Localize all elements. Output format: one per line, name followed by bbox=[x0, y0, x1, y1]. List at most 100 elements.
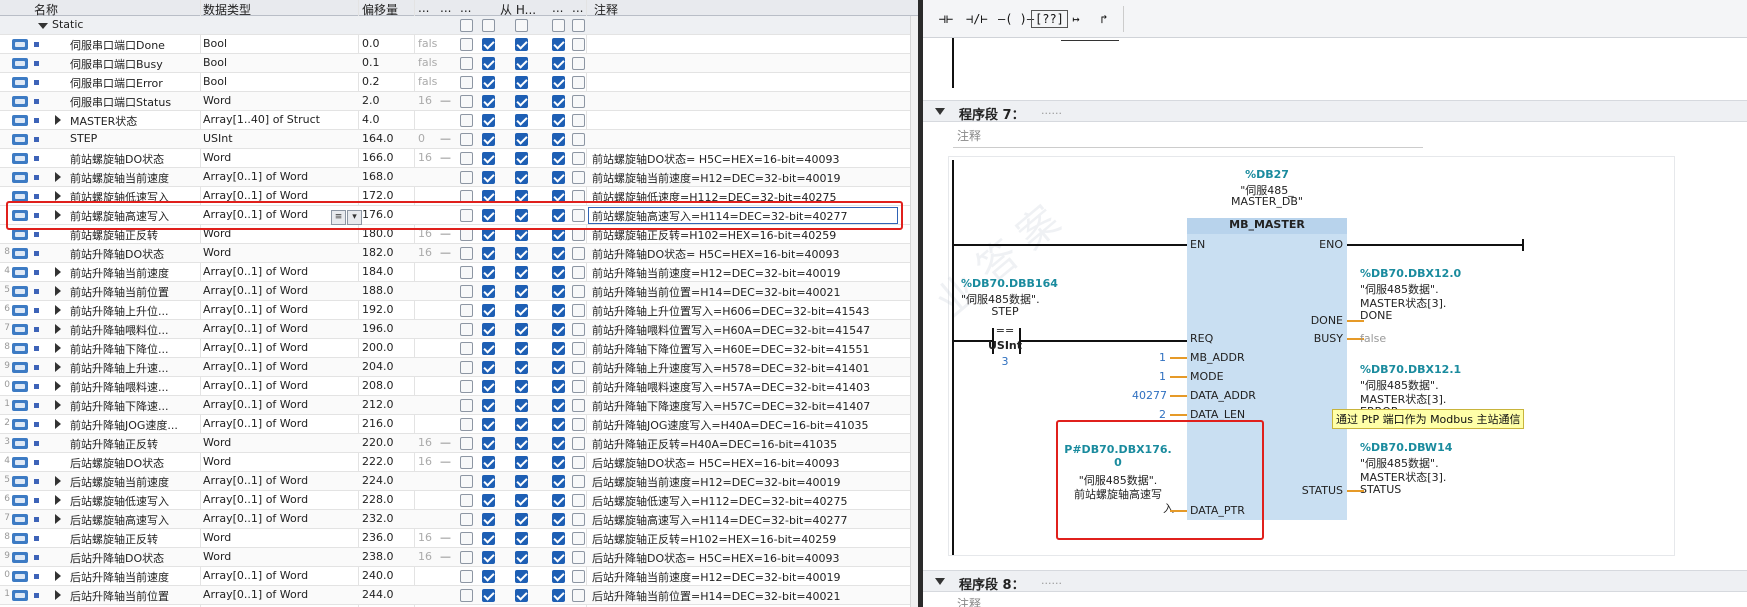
collapse-arrow-icon[interactable] bbox=[38, 23, 48, 29]
static-row[interactable]: Static bbox=[0, 16, 920, 35]
done-address[interactable]: %DB70.DBX12.0 bbox=[1360, 267, 1461, 280]
row-checkbox-retain[interactable] bbox=[460, 304, 473, 317]
row-name[interactable]: 前站升降轴下降位... bbox=[70, 341, 200, 357]
pin-busy[interactable]: BUSY bbox=[1314, 332, 1343, 345]
row-checkbox-visible[interactable] bbox=[552, 399, 565, 412]
row-comment[interactable]: 后站升降轴DO状态= H5C=HEX=16-bit=40093 bbox=[592, 550, 912, 566]
row-initial-value[interactable]: fals bbox=[418, 75, 438, 88]
row-checkbox-setpoint[interactable] bbox=[572, 323, 585, 336]
table-row[interactable]: 9 后站升降轴DO状态 Word 238.0 16— 后站升降轴DO状态= H5C=HEX… bbox=[0, 548, 920, 567]
row-checkbox-setpoint[interactable] bbox=[572, 342, 585, 355]
row-checkbox-retain[interactable] bbox=[460, 532, 473, 545]
row-checkbox-writable[interactable] bbox=[515, 323, 528, 336]
row-datatype[interactable]: Array[0..1] of Word bbox=[203, 265, 353, 278]
row-checkbox-accessible[interactable] bbox=[482, 304, 495, 317]
row-checkbox-writable[interactable] bbox=[515, 57, 528, 70]
row-checkbox-visible[interactable] bbox=[552, 513, 565, 526]
row-checkbox-setpoint[interactable] bbox=[572, 532, 585, 545]
row-checkbox-retain[interactable] bbox=[460, 285, 473, 298]
row-checkbox-setpoint[interactable] bbox=[572, 285, 585, 298]
row-checkbox-writable[interactable] bbox=[515, 456, 528, 469]
row-checkbox-accessible[interactable] bbox=[482, 152, 495, 165]
row-comment[interactable]: 前站升降轴下降速度写入=H57C=DEC=32-bit=41407 bbox=[592, 398, 912, 414]
row-name[interactable]: 前站升降轴正反转 bbox=[70, 436, 200, 452]
static-checkbox-3[interactable] bbox=[515, 19, 528, 32]
table-row[interactable]: 前站螺旋轴DO状态 Word 166.0 16— 前站螺旋轴DO状态= H5C=HEX=… bbox=[0, 149, 920, 168]
row-comment[interactable]: 前站升降轴DO状态= H5C=HEX=16-bit=40093 bbox=[592, 246, 912, 262]
row-checkbox-accessible[interactable] bbox=[482, 285, 495, 298]
row-checkbox-retain[interactable] bbox=[460, 513, 473, 526]
row-comment[interactable]: 后站螺旋轴低速写入=H112=DEC=32-bit=40275 bbox=[592, 493, 912, 509]
row-checkbox-visible[interactable] bbox=[552, 551, 565, 564]
pin-status[interactable]: STATUS bbox=[1302, 484, 1343, 497]
static-checkbox-4[interactable] bbox=[552, 19, 565, 32]
row-checkbox-visible[interactable] bbox=[552, 494, 565, 507]
row-checkbox-writable[interactable] bbox=[515, 76, 528, 89]
row-initial-value[interactable]: 16 bbox=[418, 550, 438, 563]
row-checkbox-visible[interactable] bbox=[552, 57, 565, 70]
table-row[interactable]: 1 后站升降轴当前位置 Array[0..1] of Word 244.0 后站升降轴当… bbox=[0, 586, 920, 605]
row-checkbox-writable[interactable] bbox=[515, 133, 528, 146]
table-row[interactable]: 8 前站升降轴DO状态 Word 182.0 16— 前站升降轴DO状态= H5C=HEX… bbox=[0, 244, 920, 263]
row-datatype[interactable]: Array[0..1] of Word bbox=[203, 512, 353, 525]
table-row[interactable]: STEP USInt 164.0 0— bbox=[0, 130, 920, 149]
row-checkbox-visible[interactable] bbox=[552, 456, 565, 469]
row-checkbox-accessible[interactable] bbox=[482, 551, 495, 564]
row-name[interactable]: 前站升降轴下降速... bbox=[70, 398, 200, 414]
row-datatype[interactable]: Word bbox=[203, 436, 353, 449]
segment-7-comment[interactable]: 注释 bbox=[957, 127, 981, 144]
row-name[interactable]: 后站螺旋轴低速写入 bbox=[70, 493, 200, 509]
table-row[interactable]: 1 前站升降轴下降速... Array[0..1] of Word 212.0 前站升降… bbox=[0, 396, 920, 415]
row-comment[interactable]: 前站升降轴上升速度写入=H578=DEC=32-bit=41401 bbox=[592, 360, 912, 376]
row-comment[interactable]: 后站螺旋轴正反转=H102=HEX=16-bit=40259 bbox=[592, 531, 912, 547]
row-comment[interactable]: 前站升降轴喂料速度写入=H57A=DEC=32-bit=41403 bbox=[592, 379, 912, 395]
row-checkbox-visible[interactable] bbox=[552, 247, 565, 260]
row-comment[interactable]: 前站螺旋轴DO状态= H5C=HEX=16-bit=40093 bbox=[592, 151, 912, 167]
row-checkbox-visible[interactable] bbox=[552, 570, 565, 583]
pin-data-addr[interactable]: DATA_ADDR bbox=[1190, 389, 1256, 402]
row-comment[interactable]: 前站升降轴上升位置写入=H606=DEC=32-bit=41543 bbox=[592, 303, 912, 319]
table-row[interactable]: 4 后站螺旋轴DO状态 Word 222.0 16— 后站螺旋轴DO状态= H5C=HEX… bbox=[0, 453, 920, 472]
pin-req[interactable]: REQ bbox=[1190, 332, 1213, 345]
expand-arrow-icon[interactable] bbox=[55, 305, 61, 315]
row-checkbox-writable[interactable] bbox=[515, 513, 528, 526]
table-row[interactable]: 9 前站升降轴上升速... Array[0..1] of Word 204.0 前站升降… bbox=[0, 358, 920, 377]
row-name[interactable]: 前站升降轴上升速... bbox=[70, 360, 200, 376]
row-checkbox-retain[interactable] bbox=[460, 570, 473, 583]
row-checkbox-setpoint[interactable] bbox=[572, 152, 585, 165]
row-checkbox-accessible[interactable] bbox=[482, 494, 495, 507]
row-checkbox-setpoint[interactable] bbox=[572, 494, 585, 507]
row-name[interactable]: 后站升降轴DO状态 bbox=[70, 550, 200, 566]
expand-arrow-icon[interactable] bbox=[55, 514, 61, 524]
static-checkbox-1[interactable] bbox=[460, 19, 473, 32]
row-checkbox-writable[interactable] bbox=[515, 285, 528, 298]
row-checkbox-retain[interactable] bbox=[460, 152, 473, 165]
mode-value[interactable]: 1 bbox=[1159, 370, 1166, 383]
row-checkbox-writable[interactable] bbox=[515, 361, 528, 374]
collapse-arrow-icon[interactable] bbox=[935, 578, 945, 585]
row-comment[interactable]: 后站螺旋轴当前速度=H12=DEC=32-bit=40019 bbox=[592, 474, 912, 490]
row-checkbox-accessible[interactable] bbox=[482, 418, 495, 431]
row-checkbox-setpoint[interactable] bbox=[572, 247, 585, 260]
row-checkbox-retain[interactable] bbox=[460, 494, 473, 507]
row-checkbox-writable[interactable] bbox=[515, 589, 528, 602]
row-datatype[interactable]: Array[0..1] of Word bbox=[203, 303, 353, 316]
expand-arrow-icon[interactable] bbox=[55, 115, 61, 125]
row-checkbox-accessible[interactable] bbox=[482, 38, 495, 51]
row-comment[interactable]: 前站升降轴喂料位置写入=H60A=DEC=32-bit=41547 bbox=[592, 322, 912, 338]
row-datatype[interactable]: Array[1..40] of Struct bbox=[203, 113, 353, 126]
table-row[interactable]: 3 前站升降轴正反转 Word 220.0 16— 前站升降轴正反转=H40A=DEC=1… bbox=[0, 434, 920, 453]
row-datatype[interactable]: Array[0..1] of Word bbox=[203, 284, 353, 297]
row-initial-value[interactable]: fals bbox=[418, 56, 438, 69]
row-datatype[interactable]: Bool bbox=[203, 37, 353, 50]
row-checkbox-retain[interactable] bbox=[460, 114, 473, 127]
table-row[interactable]: 前站螺旋轴当前速度 Array[0..1] of Word 168.0 前站螺旋轴当前… bbox=[0, 168, 920, 187]
row-checkbox-writable[interactable] bbox=[515, 152, 528, 165]
table-row[interactable]: 8 后站螺旋轴正反转 Word 236.0 16— 后站螺旋轴正反转=H102=HEX=1… bbox=[0, 529, 920, 548]
data-addr-value[interactable]: 40277 bbox=[1132, 389, 1167, 402]
open-branch-button[interactable]: ↦ bbox=[1063, 8, 1089, 30]
row-datatype[interactable]: Array[0..1] of Word bbox=[203, 322, 353, 335]
contact-address[interactable]: %DB70.DBB164 bbox=[961, 277, 1058, 290]
row-datatype[interactable]: Array[0..1] of Word bbox=[203, 474, 353, 487]
row-checkbox-visible[interactable] bbox=[552, 304, 565, 317]
